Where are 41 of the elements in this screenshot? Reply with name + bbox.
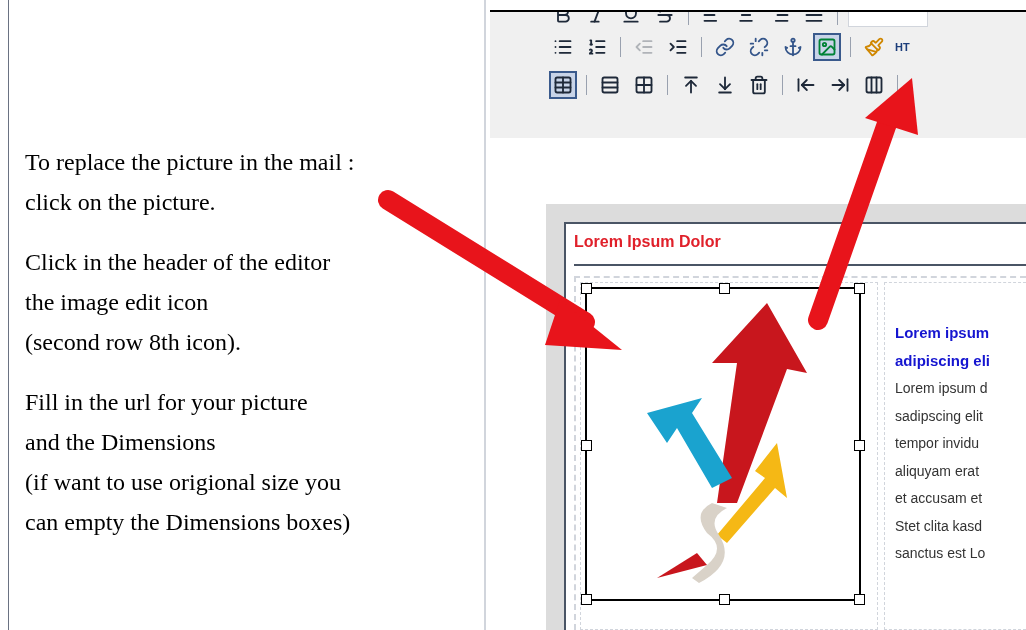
body-text: sanctus est Lo — [895, 544, 987, 563]
html-button[interactable]: HT — [891, 38, 914, 56]
instruction-text: To replace the picture in the mail : — [25, 148, 356, 177]
body-text: aliquyam erat — [895, 461, 981, 481]
resize-handle[interactable] — [719, 283, 730, 294]
resize-handle[interactable] — [581, 440, 592, 451]
heading-text: Lorem ipsum — [895, 323, 991, 343]
brush-icon — [864, 37, 884, 57]
body-text: tempor invidu — [895, 434, 981, 453]
instruction-text: and the Dimensions — [25, 428, 217, 457]
resize-handle[interactable] — [854, 594, 865, 605]
instruction-text: click on the picture. — [25, 188, 217, 217]
resize-handle[interactable] — [854, 283, 865, 294]
toolbar-button[interactable] — [549, 71, 577, 99]
resize-handle[interactable] — [854, 440, 865, 451]
table-cell-icon — [634, 75, 654, 95]
instruction-text: (if want to use origional size you — [25, 468, 342, 497]
table-rows-icon — [600, 75, 620, 95]
link-icon — [715, 37, 735, 57]
numbered-list-icon — [587, 37, 607, 57]
indent-icon — [668, 37, 688, 57]
body-text: sadipscing elit — [895, 406, 984, 426]
instruction-text: Click in the header of the editor — [25, 248, 332, 277]
resize-handle[interactable] — [581, 594, 592, 605]
instruction-text: can empty the Dimensions boxes) — [25, 508, 352, 537]
email-title: Lorem Ipsum Dolor — [574, 232, 722, 252]
bullet-list-icon — [553, 37, 573, 57]
instruction-text: Fill in the url for your picture — [25, 388, 309, 417]
unlink-icon — [749, 37, 769, 57]
table-icon — [553, 75, 573, 95]
resize-handle[interactable] — [719, 594, 730, 605]
anchor-icon — [783, 37, 803, 57]
resize-handle[interactable] — [581, 283, 592, 294]
outdent-icon — [634, 37, 654, 57]
instruction-text: the image edit icon — [25, 288, 210, 317]
instruction-text: (second row 8th icon). — [25, 328, 242, 357]
heading-text: adipiscing eli — [895, 351, 992, 371]
image-icon — [817, 37, 837, 57]
body-text: Lorem ipsum d — [895, 379, 989, 398]
body-text: et accusam et — [895, 489, 984, 508]
body-text: Stet clita kasd — [895, 516, 984, 536]
